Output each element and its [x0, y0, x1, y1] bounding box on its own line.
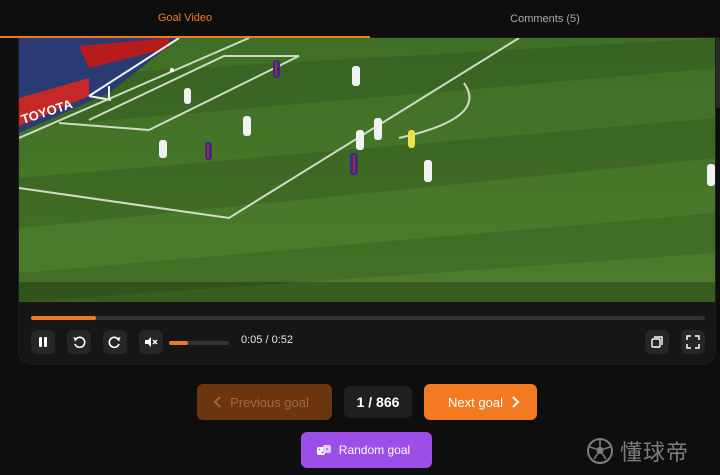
random-goal-label: Random goal: [338, 443, 411, 457]
video-player: TOYOTA 0:05 / 0:52: [18, 38, 716, 365]
watermark-text: 懂球帝: [620, 440, 690, 465]
random-goal-button[interactable]: Random goal: [301, 432, 432, 468]
ball: [170, 68, 174, 72]
goal-counter: 1 / 866: [344, 386, 412, 418]
forward-icon: [108, 336, 121, 349]
rewind-icon: [73, 336, 86, 349]
progress-fill: [31, 316, 96, 320]
pause-icon: [39, 337, 47, 347]
volume-fill: [169, 341, 189, 345]
next-goal-label: Next goal: [448, 394, 503, 410]
progress-bar[interactable]: [31, 316, 705, 320]
fullscreen-button[interactable]: [681, 330, 705, 354]
mute-button[interactable]: [139, 330, 163, 354]
time-display: 0:05 / 0:52: [241, 334, 293, 346]
tab-goal-video[interactable]: Goal Video: [0, 0, 370, 38]
player-controls: 0:05 / 0:52: [19, 302, 715, 364]
fullscreen-icon: [686, 335, 700, 349]
previous-goal-button[interactable]: Previous goal: [197, 384, 332, 420]
volume-slider[interactable]: [169, 341, 229, 345]
next-goal-button[interactable]: Next goal: [424, 384, 537, 420]
scrollbar[interactable]: [716, 38, 720, 108]
pip-icon: [651, 336, 663, 348]
chevron-left-icon: [213, 396, 221, 408]
watermark: 懂球帝: [586, 436, 689, 466]
dice-icon: [316, 445, 331, 455]
tab-comments[interactable]: Comments (5): [370, 0, 720, 38]
soccer-ball-logo-icon: [587, 438, 613, 464]
referee: [408, 130, 415, 148]
previous-goal-label: Previous goal: [230, 394, 309, 410]
rewind-button[interactable]: [67, 330, 91, 354]
pip-button[interactable]: [645, 330, 669, 354]
video-frame[interactable]: TOYOTA: [19, 38, 715, 302]
pause-button[interactable]: [31, 330, 55, 354]
chevron-right-icon: [512, 396, 520, 408]
forward-button[interactable]: [103, 330, 127, 354]
tab-bar: Goal Video Comments (5): [0, 0, 720, 38]
video-scene: TOYOTA: [19, 38, 715, 302]
mute-icon: [145, 337, 158, 347]
